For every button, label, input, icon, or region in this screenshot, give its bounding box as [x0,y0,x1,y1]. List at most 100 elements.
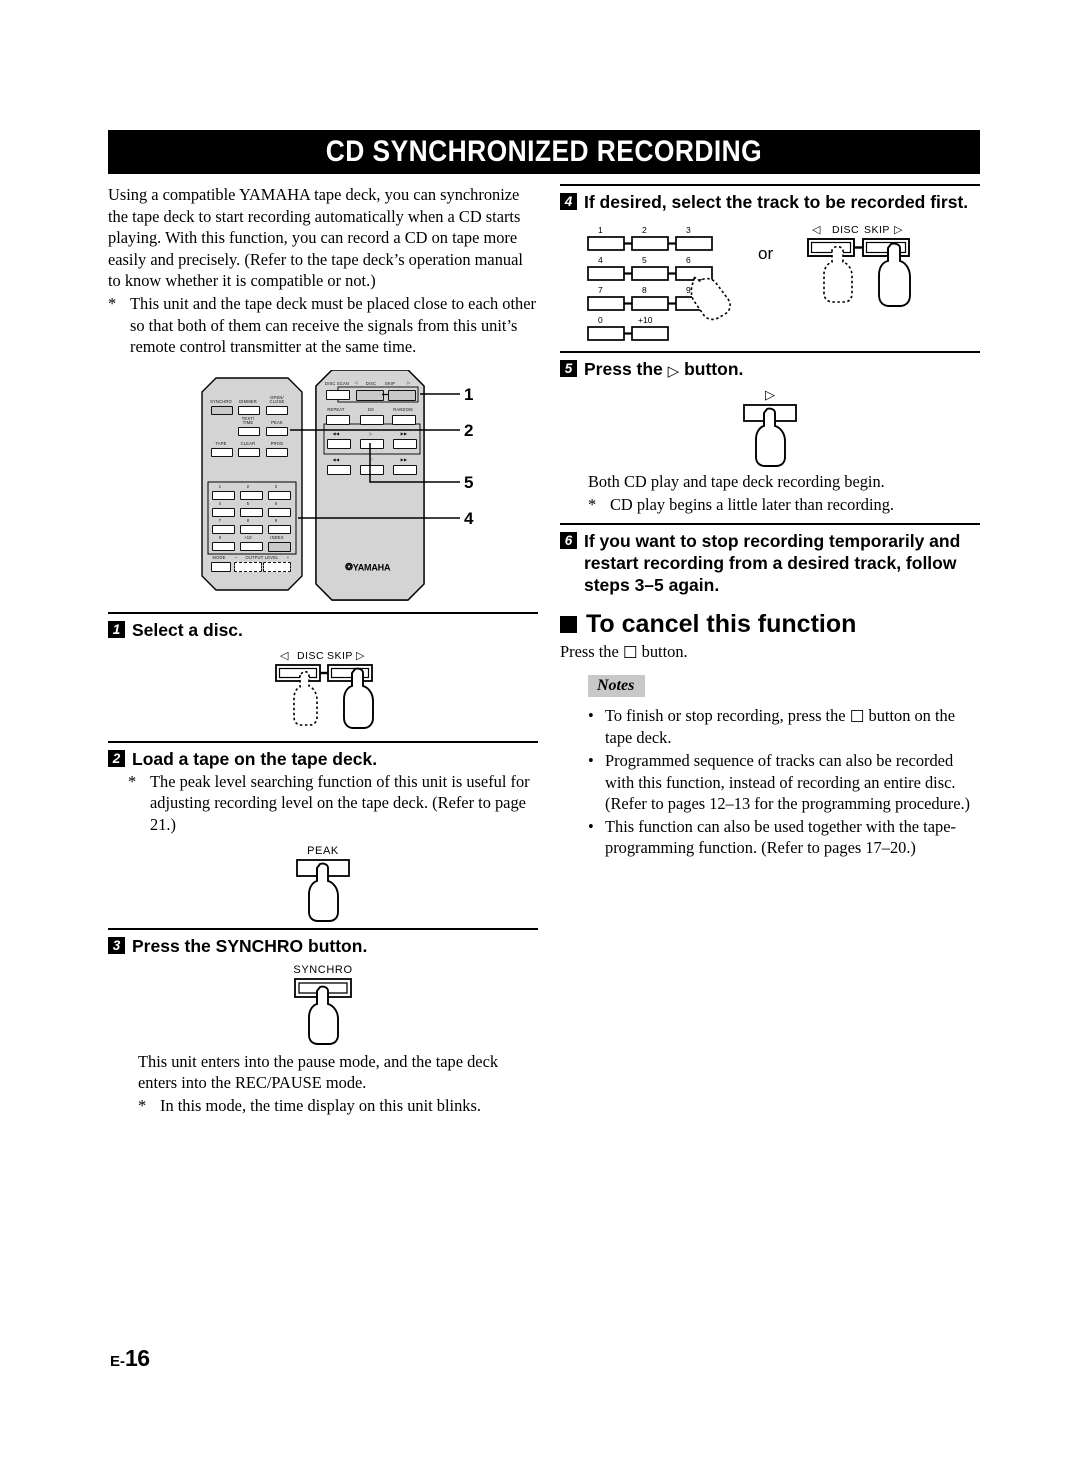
keypad-label-5: 5 [642,255,647,265]
note-bullet-icon: • [588,750,594,770]
step-6-heading: 6 If you want to stop recording temporar… [560,525,980,596]
step-1-number: 1 [108,620,125,638]
cancel-section-heading: To cancel this function [560,610,980,639]
step-3-heading: 3 Press the SYNCHRO button. [108,930,538,957]
keypad-label-4: 4 [598,255,603,265]
callout-lines-svg [290,393,460,519]
callout-2: 2 [464,420,474,440]
svg-text:◁: ◁ [812,224,821,236]
note-text-2: Programmed sequence of tracks can also b… [605,750,971,814]
step-6-number: 6 [560,532,577,550]
peak-figure-label: PEAK [307,845,339,857]
page-title-bar: CD SYNCHRONIZED RECORDING [108,130,980,174]
step-5-figure: ▷ [560,385,980,469]
page-footer: E-16 [110,1345,150,1372]
step-3-body: This unit enters into the pause mode, an… [138,1051,499,1093]
step-2-heading: 2 Load a tape on the tape deck. [108,743,538,770]
footer-number: 16 [125,1345,150,1371]
step-2-number: 2 [108,749,125,767]
step-3-note: * In this mode, the time display on this… [138,1095,538,1117]
disc-skip-press-figure: ◁ DISC SKIP ▷ [275,650,374,729]
stop-square-icon: ☐ [849,706,865,726]
step-4-label: If desired, select the track to be recor… [584,192,969,212]
step-5-heading: 5 Press the ▷ button. [560,353,980,383]
cancel-text-after: button. [641,642,688,662]
right-column: 4 If desired, select the track to be rec… [560,184,980,859]
step-5-label-before: Press the [584,359,663,379]
step-5-note: * CD play begins a little later than rec… [588,494,980,516]
keypad-label-3: 3 [686,225,691,235]
note-1-before: To finish or stop recording, press the [605,705,846,725]
keypad-label-plus10: +10 [638,315,653,325]
intro-paragraph: Using a compatible YAMAHA tape deck, you… [108,185,523,291]
svg-text:DISC: DISC [832,224,859,236]
keypad-label-7: 7 [598,285,603,295]
note-bullet-2: • Programmed sequence of tracks can also… [588,750,980,815]
svg-text:▷: ▷ [356,650,365,662]
note-bullet-1: • To finish or stop recording, press the… [588,705,980,749]
step-3-note-text: In this mode, the time display on this u… [160,1095,481,1115]
keypad-label-1: 1 [598,225,603,235]
step-5-body: Both CD play and tape deck recording beg… [588,472,885,491]
step-4-heading: 4 If desired, select the track to be rec… [560,186,980,213]
keypad-label-9: 9 [686,285,691,295]
step-2-figure: PEAK [108,842,538,924]
svg-text:◁: ◁ [280,650,289,662]
manual-page: CD SYNCHRONIZED RECORDING Using a compat… [0,0,1080,1479]
svg-text:▷: ▷ [894,224,903,236]
step-4-figure: 1 2 3 4 5 6 7 8 9 0 +10 or ◁ DISC SKIP ▷ [560,219,980,349]
note-bullet-3: • This function can also be used togethe… [588,816,980,859]
step-1-label: Select a disc. [132,619,243,640]
step-2-note-text: The peak level searching function of thi… [150,771,530,834]
or-separator: or [758,244,773,263]
note-text-1: To finish or stop recording, press the ☐… [605,705,980,749]
cancel-section-title: To cancel this function [586,610,857,639]
stop-square-icon: ☐ [622,643,638,663]
keypad-label-2: 2 [642,225,647,235]
keypad-label-8: 8 [642,285,647,295]
step-3-figure: SYNCHRO [108,961,538,1047]
note-bullet-icon: • [588,816,594,836]
step-5-note-text: CD play begins a little later than recor… [610,494,895,514]
callout-5: 5 [464,472,474,492]
step-6-label: If you want to stop recording temporaril… [584,531,961,596]
play-press-figure: ▷ [743,387,797,467]
step-2-label: Load a tape on the tape deck. [132,748,378,769]
notes-block: Notes • To finish or stop recording, pre… [588,674,980,859]
intro-note-text: This unit and the tape deck must be plac… [130,293,536,357]
step-5-number: 5 [560,360,577,377]
peak-press-figure: PEAK [296,845,350,922]
callout-1: 1 [464,384,474,404]
page-title: CD SYNCHRONIZED RECORDING [325,135,763,168]
notes-list: • To finish or stop recording, press the… [588,705,980,859]
notes-label: Notes [588,674,646,697]
step-3-label: Press the SYNCHRO button. [132,935,368,956]
svg-text:SKIP: SKIP [327,650,353,662]
play-triangle-icon: ▷ [667,363,680,380]
remote-control-illustration: SYNCHRO DIMMER OPEN/ CLOSE TEXT/ TIME PE… [108,369,538,602]
intro-note: * This unit and the tape deck must be pl… [108,293,538,358]
left-column: Using a compatible YAMAHA tape deck, you… [108,184,538,1116]
step-5-label: Press the ▷ button. [584,358,980,383]
svg-text:DISC: DISC [297,650,324,662]
step-2-note-mark: * [128,771,137,791]
keypad-and-disc-skip-figure: 1 2 3 4 5 6 7 8 9 0 +10 or ◁ DISC SKIP ▷ [587,224,911,341]
step-1-figure: ◁ DISC SKIP ▷ [108,645,538,735]
step-5-label-after: button. [684,359,744,379]
keypad-label-0: 0 [598,315,603,325]
note-text-3: This function can also be used together … [605,816,956,858]
note-bullet-icon: • [588,705,594,725]
step-3-note-mark: * [138,1095,147,1115]
cancel-text-before: Press the [560,642,619,662]
play-figure-label: ▷ [765,387,775,402]
keypad-label-6: 6 [686,255,691,265]
synchro-figure-label: SYNCHRO [293,964,352,976]
footer-prefix: E- [110,1353,125,1370]
step-1-heading: 1 Select a disc. [108,614,538,641]
square-bullet-icon [560,616,577,634]
intro-note-mark: * [108,293,117,313]
step-3-number: 3 [108,936,125,954]
synchro-press-figure: SYNCHRO [293,964,352,1045]
svg-text:SKIP: SKIP [864,224,890,236]
callout-4: 4 [464,508,474,528]
